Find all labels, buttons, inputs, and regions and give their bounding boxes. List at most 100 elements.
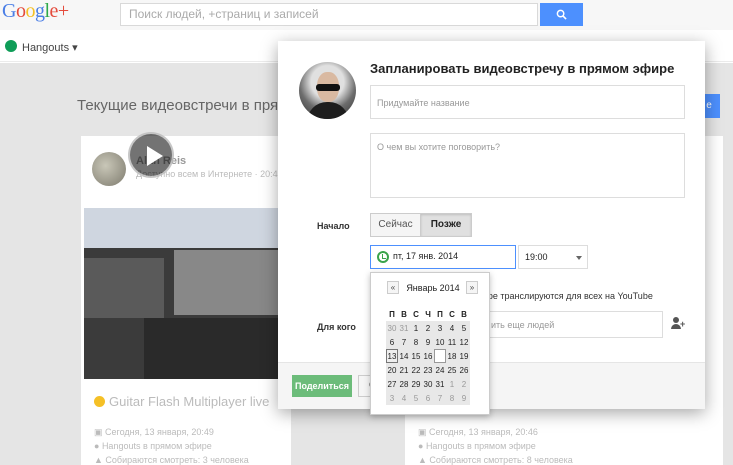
calendar-day[interactable]: 31	[398, 321, 410, 335]
calendar-day[interactable]: 29	[410, 377, 422, 391]
hangouts-menu[interactable]: Hangouts ▾	[22, 41, 78, 54]
google-plus-logo[interactable]: Google+	[2, 0, 69, 23]
thumbnail-panel	[174, 250, 284, 315]
share-button[interactable]: Поделиться	[292, 375, 352, 397]
calendar-day[interactable]: 27	[386, 377, 398, 391]
weekday-header: С	[410, 307, 422, 321]
calendar-day[interactable]: 28	[398, 377, 410, 391]
calendar-day[interactable]: 9	[422, 335, 434, 349]
calendar-day[interactable]: 6	[386, 335, 398, 349]
card-line-text: Собираются смотреть: 8 человека	[429, 455, 573, 465]
chevron-down-icon: ▾	[72, 42, 78, 54]
calendar-day[interactable]: 25	[446, 363, 458, 377]
calendar-day[interactable]: 7	[398, 335, 410, 349]
audience-input[interactable]: ить еще людей	[483, 311, 663, 338]
calendar-day[interactable]: 22	[410, 363, 422, 377]
later-button[interactable]: Позже	[420, 213, 472, 237]
weekday-header: С	[446, 307, 458, 321]
avatar-glasses	[316, 84, 340, 91]
calendar-day[interactable]: 14	[398, 349, 410, 363]
now-button[interactable]: Сейчас	[370, 213, 421, 237]
calendar-day[interactable]: 21	[398, 363, 410, 377]
calendar-day[interactable]: 12	[458, 335, 470, 349]
prev-month-button[interactable]: «	[387, 281, 399, 294]
card-line: ● Hangouts в прямом эфире	[418, 441, 536, 451]
avatar[interactable]	[92, 152, 126, 186]
icon-plus: +	[680, 319, 686, 329]
dialog-title: Запланировать видеовстречу в прямом эфир…	[370, 61, 675, 76]
calendar-day[interactable]: 2	[422, 321, 434, 335]
thumbnail-stage	[144, 318, 284, 379]
card-line: ▲ Собираются смотреть: 8 человека	[418, 455, 573, 465]
calendar-day[interactable]: 8	[446, 391, 458, 405]
calendar-day[interactable]: 1	[446, 377, 458, 391]
calendar-day[interactable]: 7	[434, 391, 446, 405]
card-line: ▣ Сегодня, 13 января, 20:46	[418, 427, 538, 437]
hangout-card[interactable]: Alan Reis Доступно всем в Интернете · 20…	[81, 136, 291, 465]
card-line-text: Сегодня, 13 января, 20:49	[105, 427, 214, 437]
card-line-text: Собираются смотреть: 3 человека	[105, 455, 249, 465]
weekday-header: В	[398, 307, 410, 321]
card-title[interactable]: Guitar Flash Multiplayer live	[94, 394, 269, 409]
calendar-day[interactable]: 4	[398, 391, 410, 405]
hangout-on-air-icon	[94, 396, 105, 407]
search-button[interactable]	[540, 3, 583, 26]
logo-letter: G	[2, 0, 16, 22]
calendar-day-selected[interactable]	[434, 349, 446, 363]
calendar-day[interactable]: 2	[458, 377, 470, 391]
card-line: ● Hangouts в прямом эфире	[94, 441, 212, 451]
calendar-day[interactable]: 16	[422, 349, 434, 363]
calendar-day[interactable]: 8	[410, 335, 422, 349]
play-icon[interactable]	[128, 132, 174, 178]
video-thumbnail[interactable]	[84, 208, 288, 379]
add-person-icon[interactable]: +	[671, 317, 685, 331]
calendar-month: Январь 2014	[406, 283, 460, 293]
calendar-day[interactable]: 3	[434, 321, 446, 335]
hangouts-label: Hangouts	[22, 42, 70, 54]
weekday-header: П	[434, 307, 446, 321]
audience-label: Для кого	[317, 322, 356, 332]
calendar-day[interactable]: 18	[446, 349, 458, 363]
dropdown-arrow-icon	[576, 256, 582, 260]
calendar-day[interactable]: 5	[458, 321, 470, 335]
calendar-day[interactable]: 1	[410, 321, 422, 335]
search-input[interactable]: Поиск людей, +страниц и записей	[120, 3, 538, 26]
avatar-body	[307, 102, 349, 119]
calendar-day[interactable]: 3	[386, 391, 398, 405]
next-month-button[interactable]: »	[466, 281, 478, 294]
schedule-dialog: Запланировать видеовстречу в прямом эфир…	[278, 41, 705, 409]
top-bar: Google+ Поиск людей, +страниц и записей	[0, 0, 733, 30]
weekday-header: Ч	[422, 307, 434, 321]
calendar-day[interactable]: 11	[446, 335, 458, 349]
page-title: Текущие видеовстречи в пря	[77, 97, 279, 114]
calendar-day[interactable]: 31	[434, 377, 446, 391]
calendar-grid: П В С Ч П С В 30 31 1 2 3 4 5 6 7 8 9 10…	[386, 307, 470, 405]
title-input[interactable]: Придумайте название	[370, 85, 685, 119]
icon-head	[673, 317, 679, 323]
calendar-day[interactable]: 23	[422, 363, 434, 377]
card-title-text: Guitar Flash Multiplayer live	[109, 394, 270, 409]
calendar-day[interactable]: 9	[458, 391, 470, 405]
calendar-day[interactable]: 4	[446, 321, 458, 335]
user-avatar	[299, 62, 356, 119]
clock-icon	[377, 251, 389, 263]
card-line: ▣ Сегодня, 13 января, 20:49	[94, 427, 214, 437]
calendar-day-today[interactable]: 13	[386, 349, 398, 363]
description-input[interactable]: О чем вы хотите поговорить?	[370, 133, 685, 198]
time-select[interactable]: 19:00	[518, 245, 588, 269]
calendar-day[interactable]: 26	[458, 363, 470, 377]
calendar-day[interactable]: 30	[386, 321, 398, 335]
date-input[interactable]: пт, 17 янв. 2014	[370, 245, 516, 269]
calendar-day[interactable]: 24	[434, 363, 446, 377]
calendar-day[interactable]: 20	[386, 363, 398, 377]
logo-letter: e	[49, 0, 59, 22]
card-line-text: Hangouts в прямом эфире	[101, 441, 212, 451]
calendar-day[interactable]: 15	[410, 349, 422, 363]
youtube-note: пре транслируются для всех на YouTube	[483, 291, 653, 301]
calendar-day[interactable]: 5	[410, 391, 422, 405]
calendar-day[interactable]: 10	[434, 335, 446, 349]
calendar-day[interactable]: 30	[422, 377, 434, 391]
weekday-header: В	[458, 307, 470, 321]
calendar-day[interactable]: 6	[422, 391, 434, 405]
calendar-day[interactable]: 19	[458, 349, 470, 363]
